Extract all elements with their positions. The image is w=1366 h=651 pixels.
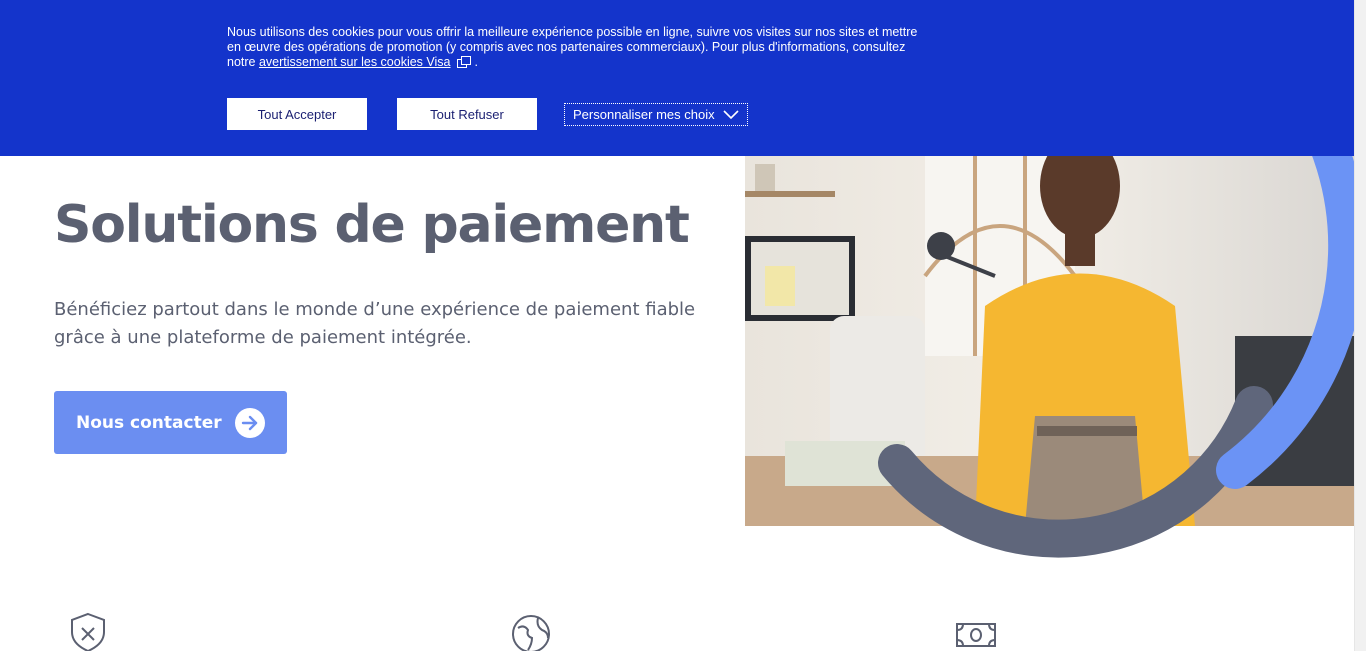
cookie-message: Nous utilisons des cookies pour vous off… — [227, 25, 927, 70]
cookie-policy-link[interactable]: avertissement sur les cookies Visa — [259, 55, 451, 69]
contact-us-button[interactable]: Nous contacter — [54, 391, 287, 454]
customize-choices-button[interactable]: Personnaliser mes choix — [564, 103, 748, 126]
external-link-icon — [456, 56, 471, 68]
chevron-down-icon — [723, 109, 739, 119]
globe-icon — [512, 615, 550, 651]
shield-x-icon — [71, 612, 105, 651]
customize-choices-label: Personnaliser mes choix — [573, 107, 715, 122]
cookie-message-end: . — [474, 55, 478, 69]
page-title: Solutions de paiement — [54, 195, 690, 255]
page-scrollbar[interactable] — [1354, 0, 1366, 651]
banknote-icon — [956, 623, 996, 647]
arrow-right-icon — [235, 407, 265, 438]
refuse-all-button[interactable]: Tout Refuser — [397, 98, 537, 130]
contact-us-label: Nous contacter — [76, 412, 222, 433]
hero-description: Bénéficiez partout dans le monde d’une e… — [54, 299, 696, 348]
accept-all-button[interactable]: Tout Accepter — [227, 98, 367, 130]
cookie-banner: Nous utilisons des cookies pour vous off… — [0, 0, 1354, 156]
